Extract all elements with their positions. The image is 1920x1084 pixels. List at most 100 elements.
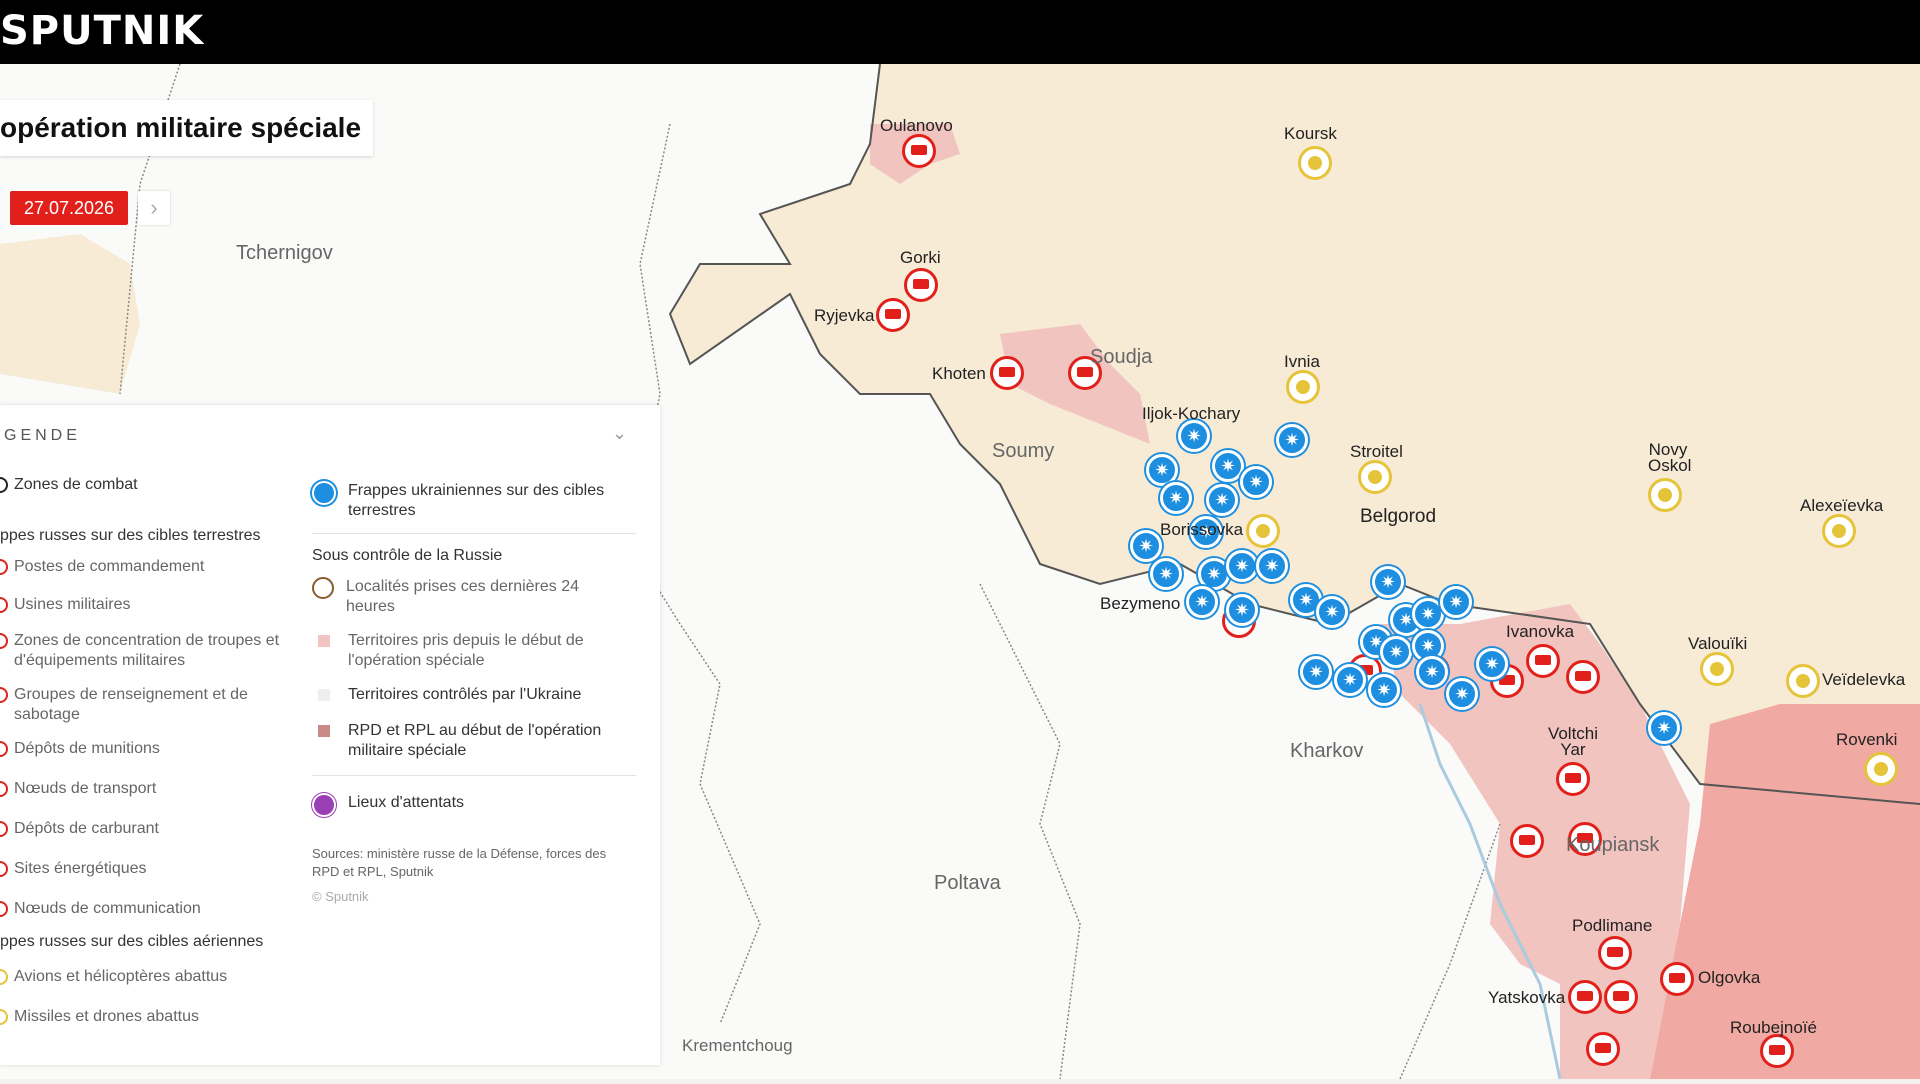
air-defense-marker[interactable] xyxy=(1864,752,1898,786)
legend-item: Missiles et drones abattus xyxy=(0,1007,199,1027)
attack-icon xyxy=(312,793,336,817)
legend-item: Nœuds de transport xyxy=(0,779,156,799)
air-defense-marker[interactable] xyxy=(1822,514,1856,548)
ukr-strike-marker[interactable] xyxy=(1334,664,1366,696)
ukr-strike-marker[interactable] xyxy=(1276,424,1308,456)
ukraine-territory-swatch xyxy=(318,689,330,701)
legend-control-heading: Sous contrôle de la Russie xyxy=(312,547,503,564)
air-defense-icon xyxy=(0,1009,8,1025)
air-defense-marker[interactable] xyxy=(1700,652,1734,686)
ukr-strike-marker[interactable] xyxy=(1226,594,1258,626)
ukr-strike-marker[interactable] xyxy=(1186,586,1218,618)
city-label: Koursk xyxy=(1284,124,1337,143)
city-label: Gorki xyxy=(900,248,941,267)
legend-item: Zones de concentration de troupes et d'é… xyxy=(0,631,298,671)
legend-item-taken-since-start: Territoires pris depuis le début de l'op… xyxy=(312,631,632,671)
ukr-strike-marker[interactable] xyxy=(1316,596,1348,628)
legend-item: Usines militaires xyxy=(0,595,130,615)
city-label: Stroitel xyxy=(1350,442,1403,461)
city-label: Oulanovo xyxy=(880,116,953,135)
ukr-strike-marker[interactable] xyxy=(1446,678,1478,710)
city-label: Novy Oskol xyxy=(1648,440,1692,475)
big-city-label: Krementchoug xyxy=(682,1036,793,1055)
strike-marker[interactable] xyxy=(1526,644,1560,678)
strike-marker[interactable] xyxy=(1760,1034,1794,1068)
ukr-strike-marker[interactable] xyxy=(1648,712,1680,744)
strike-marker[interactable] xyxy=(1510,824,1544,858)
ukr-strike-marker[interactable] xyxy=(1368,674,1400,706)
city-label: Khoten xyxy=(932,364,986,383)
ukr-strike-marker[interactable] xyxy=(1256,550,1288,582)
legend-item: Postes de commandement xyxy=(0,557,204,577)
air-defense-marker[interactable] xyxy=(1358,460,1392,494)
city-label: Voltchi Yar xyxy=(1547,724,1599,759)
city-label: Iljok-Kochary xyxy=(1142,404,1241,423)
legend-section-air: ppes russes sur des cibles aériennes xyxy=(0,933,264,950)
city-label: Olgovka xyxy=(1698,968,1761,987)
ukr-strike-marker[interactable] xyxy=(1178,420,1210,452)
legend-item-rpd-rpl: RPD et RPL au début de l'opération milit… xyxy=(312,721,632,761)
big-city-label: Tchernigov xyxy=(236,242,333,264)
date-badge[interactable]: 27.07.2026 xyxy=(10,191,128,225)
tchernigov-patch xyxy=(0,234,140,394)
city-label: Alexeïevka xyxy=(1800,496,1884,515)
big-city-label: Poltava xyxy=(934,872,1001,894)
legend-item: Dépôts de carburant xyxy=(0,819,159,839)
ukr-strike-marker[interactable] xyxy=(1130,530,1162,562)
air-defense-marker[interactable] xyxy=(1786,664,1820,698)
rpd-territory-swatch xyxy=(318,725,330,737)
strike-marker[interactable] xyxy=(904,268,938,302)
strike-marker[interactable] xyxy=(1586,1032,1620,1066)
legend-section-ground: ppes russes sur des cibles terrestres xyxy=(0,527,261,544)
legend-item-ukr-strikes: Frappes ukrainiennes sur des cibles terr… xyxy=(312,481,632,521)
strike-marker[interactable] xyxy=(1568,980,1602,1014)
legend-heading: GENDE xyxy=(4,427,81,444)
ukr-strike-marker[interactable] xyxy=(1300,656,1332,688)
big-city-label: Koupiansk xyxy=(1566,834,1660,856)
sputnik-logo[interactable]: SPUTNIK xyxy=(0,6,204,56)
strike-marker[interactable] xyxy=(990,356,1024,390)
strike-marker[interactable] xyxy=(902,134,936,168)
city-label: Veïdelevka xyxy=(1822,670,1906,689)
ukr-strike-marker[interactable] xyxy=(1476,648,1508,680)
air-defense-marker[interactable] xyxy=(1648,478,1682,512)
ukr-strike-marker[interactable] xyxy=(1150,558,1182,590)
city-label: Ryjevka xyxy=(814,306,875,325)
city-label: Ivnia xyxy=(1284,352,1320,371)
strike-marker[interactable] xyxy=(1566,660,1600,694)
city-label: Rovenki xyxy=(1836,730,1898,749)
legend-item-ukraine: Territoires contrôlés par l'Ukraine xyxy=(312,685,632,705)
strike-icon xyxy=(0,597,8,613)
air-defense-marker[interactable] xyxy=(1286,370,1320,404)
strike-marker[interactable] xyxy=(1604,980,1638,1014)
chevron-down-icon[interactable]: ⌄ xyxy=(612,423,627,444)
strike-icon xyxy=(0,901,8,917)
ukr-strike-marker[interactable] xyxy=(1372,566,1404,598)
ukr-strike-marker[interactable] xyxy=(1226,550,1258,582)
legend-item: Sites énergétiques xyxy=(0,859,147,879)
legend-copyright: © Sputnik xyxy=(312,889,369,904)
ukr-strike-marker[interactable] xyxy=(1440,586,1472,618)
air-defense-marker[interactable] xyxy=(1298,146,1332,180)
legend-item-taken-24h: Localités prises ces dernières 24 heures xyxy=(312,577,612,617)
big-city-label: Kharkov xyxy=(1290,740,1364,762)
city-label: Podlimane xyxy=(1572,916,1653,935)
legend-item-attacks: Lieux d'attentats xyxy=(312,793,632,817)
strike-marker[interactable] xyxy=(1660,962,1694,996)
ukr-strike-marker[interactable] xyxy=(1416,656,1448,688)
air-defense-marker[interactable] xyxy=(1246,514,1280,548)
air-defense-icon xyxy=(0,969,8,985)
legend-item: Nœuds de communication xyxy=(0,899,201,919)
city-label: Roubejnoïé xyxy=(1730,1018,1817,1037)
strike-marker[interactable] xyxy=(1598,936,1632,970)
ukr-strike-marker[interactable] xyxy=(1206,484,1238,516)
ukr-strike-marker[interactable] xyxy=(1160,482,1192,514)
strike-marker[interactable] xyxy=(876,298,910,332)
ukr-strike-marker[interactable] xyxy=(1380,636,1412,668)
taken-territory-swatch xyxy=(318,635,330,647)
ukr-strike-marker[interactable] xyxy=(1240,466,1272,498)
city-label: Belgorod xyxy=(1360,506,1437,527)
date-next-button[interactable]: › xyxy=(138,191,170,225)
strike-marker[interactable] xyxy=(1556,762,1590,796)
ukr-strike-marker[interactable] xyxy=(1212,450,1244,482)
